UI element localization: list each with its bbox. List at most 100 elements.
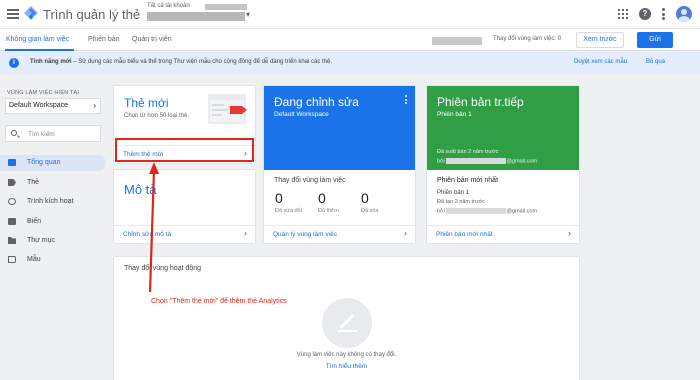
avatar[interactable]: [676, 6, 692, 22]
tag-illustration-icon: [208, 94, 247, 124]
stat-deleted: 0 Đã xóa: [361, 190, 401, 214]
container-selector[interactable]: [147, 12, 245, 21]
info-banner: i Tính năng mới – Sử dụng các mẫu biểu v…: [0, 52, 700, 74]
latest-version-title: Phiên bản mới nhất: [437, 177, 499, 184]
sidebar-item-folders[interactable]: Thư mục: [0, 233, 106, 249]
empty-state-text: Vùng làm việc này không có thay đổi.: [296, 352, 397, 358]
tab-versions[interactable]: Phiên bản: [88, 36, 120, 43]
edit-description-label: Chỉnh sửa mô tả: [123, 231, 172, 238]
annotation-text: Chọn "Thêm thẻ mới" để thêm thẻ Analytic…: [151, 298, 287, 305]
sidebar-item-label: Tổng quan: [27, 159, 61, 166]
redacted-workspace-info: [432, 37, 482, 45]
redacted-email: [446, 158, 507, 164]
activity-title: Thay đổi vùng hoạt động: [124, 265, 202, 272]
more-vert-icon[interactable]: [405, 95, 407, 104]
description-card[interactable]: Mô tả Chỉnh sửa mô tả ›: [114, 170, 255, 243]
trigger-icon: [8, 198, 16, 205]
search-icon: [11, 130, 17, 136]
workspace-selector[interactable]: Default Workspace ›: [5, 98, 101, 114]
info-icon: i: [9, 58, 19, 68]
stat-label: Đã sửa đổi: [275, 208, 302, 214]
sidebar-item-label: Mẫu: [27, 256, 41, 263]
sidebar-item-variables[interactable]: Biến: [0, 214, 106, 230]
chevron-right-icon: ›: [244, 228, 247, 238]
sidebar-item-label: Thẻ: [27, 179, 40, 186]
top-app-bar: Trình quản lý thẻ Tất cả tài khoản ▾ ?: [0, 0, 700, 29]
template-icon: [8, 256, 16, 263]
tab-admin[interactable]: Quản trị viên: [132, 36, 172, 43]
manage-workspaces-link[interactable]: Quản lý vùng làm việc ›: [264, 225, 415, 243]
stat-value: 0: [318, 190, 326, 206]
created-by: bởi @gmail.com: [437, 208, 537, 214]
app-title: Trình quản lý thẻ: [43, 7, 141, 22]
chevron-right-icon: ›: [93, 101, 96, 110]
dismiss-link[interactable]: Bỏ qua: [646, 59, 665, 65]
live-version-card: Phiên bản tr.tiếp Phiên bản 1 Đã xuất bả…: [427, 86, 579, 243]
chevron-right-icon: ›: [568, 228, 571, 238]
chevron-right-icon: ›: [404, 228, 407, 238]
editing-card-header: Đang chỉnh sửa Default Workspace: [264, 86, 415, 170]
workspace-activity-card: Thay đổi vùng hoạt động Vùng làm việc nà…: [114, 257, 579, 380]
live-version-number: Phiên bản 1: [437, 111, 472, 118]
new-tag-subtitle: Chọn từ hơn 50 loại thẻ.: [124, 113, 189, 119]
search-input[interactable]: Tìm kiếm: [5, 125, 101, 142]
tag-manager-logo-icon: [24, 6, 38, 20]
menu-icon[interactable]: [7, 9, 19, 19]
sidebar-item-templates[interactable]: Mẫu: [0, 252, 106, 268]
help-icon[interactable]: ?: [639, 8, 651, 20]
description-title: Mô tả: [124, 182, 157, 197]
workspace-name: Default Workspace: [9, 102, 69, 109]
browse-templates-link[interactable]: Duyệt xem các mẫu: [574, 59, 627, 65]
overview-icon: [8, 159, 16, 166]
sidebar-item-label: Thư mục: [27, 237, 56, 244]
workspace-changes-title: Thay đổi vùng làm việc: [274, 177, 346, 184]
stat-value: 0: [361, 190, 369, 206]
chevron-down-icon[interactable]: ▾: [246, 10, 250, 19]
email-suffix: @gmail.com: [506, 208, 538, 215]
preview-button[interactable]: Xem trước: [576, 32, 624, 48]
edit-pencil-icon: [322, 298, 372, 348]
sidebar-item-label: Trình kích hoạt: [27, 198, 74, 205]
email-suffix: @gmail.com: [506, 158, 538, 165]
edit-description-link[interactable]: Chỉnh sửa mô tả ›: [114, 225, 255, 243]
created-time: Đã tạo 2 năm trước: [437, 199, 485, 205]
editing-card: Đang chỉnh sửa Default Workspace Thay đổ…: [264, 86, 415, 243]
editing-workspace-name: Default Workspace: [274, 111, 329, 118]
tabs-bar: Không gian làm việc Phiên bản Quản trị v…: [0, 29, 700, 51]
sidebar-item-overview[interactable]: Tổng quan: [0, 155, 106, 171]
workspace-changes-count: Thay đổi vùng làm việc: 0: [493, 36, 562, 42]
banner-text: Tính năng mới – Sử dụng các mẫu biểu và …: [30, 59, 333, 65]
sidebar-item-tags[interactable]: Thẻ: [0, 175, 106, 191]
folder-icon: [8, 237, 16, 244]
annotation-highlight-box: [115, 138, 254, 162]
sidebar-item-triggers[interactable]: Trình kích hoạt: [0, 194, 106, 210]
published-by: bởi @gmail.com: [437, 158, 537, 164]
more-vert-icon[interactable]: [662, 8, 665, 20]
tag-icon: [8, 179, 16, 186]
new-tag-title: Thẻ mới: [124, 96, 169, 110]
live-version-header: Phiên bản tr.tiếp Phiên bản 1 Đã xuất bả…: [427, 86, 579, 170]
sidebar-item-label: Biến: [27, 218, 42, 225]
account-label: Tất cả tài khoản: [147, 3, 190, 9]
stat-label: Đã xóa: [361, 208, 379, 214]
editing-title: Đang chỉnh sửa: [274, 95, 359, 109]
published-time: Đã xuất bản 2 năm trước: [437, 149, 499, 155]
by-label: bởi: [437, 158, 445, 165]
variable-icon: [8, 218, 16, 225]
latest-version-label: Phiên bản mới nhất: [436, 231, 493, 238]
latest-version-number: Phiên bản 1: [437, 190, 470, 196]
manage-workspaces-label: Quản lý vùng làm việc: [273, 231, 337, 238]
live-version-title: Phiên bản tr.tiếp: [437, 95, 524, 109]
apps-icon[interactable]: [618, 9, 628, 19]
tab-workspace[interactable]: Không gian làm việc: [6, 36, 69, 43]
learn-more-link[interactable]: Tìm hiểu thêm: [114, 363, 579, 370]
redacted-account-name: [205, 4, 247, 10]
stat-value: 0: [275, 190, 283, 206]
by-label: bởi: [437, 208, 445, 215]
submit-button[interactable]: Gửi: [637, 32, 673, 48]
current-workspace-label: VÙNG LÀM VIỆC HIỆN TẠI: [7, 90, 80, 96]
latest-version-link[interactable]: Phiên bản mới nhất ›: [427, 225, 579, 243]
stat-modified: 0 Đã sửa đổi: [275, 190, 315, 214]
stat-label: Đã thêm: [318, 208, 339, 214]
active-tab-indicator: [5, 49, 74, 51]
